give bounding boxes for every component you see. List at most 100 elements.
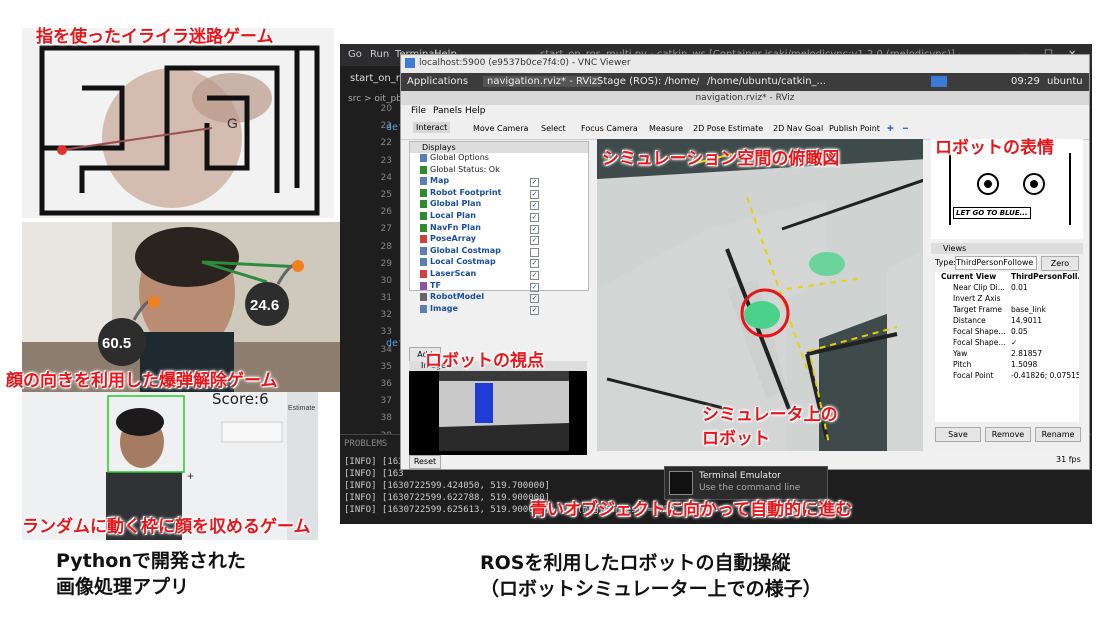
display-checkbox[interactable]: ✓ — [530, 294, 539, 304]
tool-interact[interactable]: Interact — [413, 122, 451, 133]
keyboard-icon[interactable] — [931, 76, 947, 87]
rviz-menubar: File Panels Help — [401, 105, 1089, 119]
view-property-row[interactable]: Distance 14.9011 — [935, 316, 1079, 327]
vnc-logo-icon — [405, 58, 415, 68]
tool-focus-camera[interactable]: Focus Camera — [581, 124, 638, 133]
display-type-icon — [420, 188, 427, 197]
display-type-icon — [420, 258, 427, 267]
tool-2d-pose-estimate[interactable]: 2D Pose Estimate — [693, 124, 763, 133]
display-item[interactable]: Global Plan ✓ — [410, 199, 588, 211]
display-type-icon — [420, 246, 427, 255]
terminal-title: Terminal Emulator — [699, 471, 781, 481]
display-type-icon — [420, 154, 427, 162]
view-property-row[interactable]: Target Frame base_link — [935, 305, 1079, 316]
view-property-row[interactable]: Focal Shape... ✓ — [935, 338, 1079, 349]
menu-help[interactable]: Help — [465, 106, 486, 116]
view-property-row[interactable]: Yaw 2.81857 — [935, 349, 1079, 360]
display-checkbox[interactable]: ✓ — [530, 201, 539, 211]
view-property-row[interactable]: Current View ThirdPersonFoll... — [935, 272, 1079, 283]
fps-counter: 31 fps — [1056, 455, 1081, 464]
display-type-icon — [420, 293, 427, 302]
right-caption: ROSを利用したロボットの自動操縦 （ロボットシミュレーター上での様子） — [480, 550, 822, 602]
display-checkbox[interactable]: ✓ — [530, 189, 539, 199]
minus-icon[interactable]: ━ — [903, 124, 908, 133]
display-item[interactable]: TF ✓ — [410, 281, 588, 293]
display-item[interactable]: Local Costmap ✓ — [410, 257, 588, 269]
applications-menu[interactable]: Applications — [407, 76, 468, 87]
bomb2-timer: 60.5 — [102, 335, 131, 352]
line-number: 20 — [380, 104, 392, 114]
menu-file[interactable]: File — [411, 106, 426, 116]
view-property-row[interactable]: Invert Z Axis — [935, 294, 1079, 305]
display-item[interactable]: Map ✓ — [410, 176, 588, 188]
display-item[interactable]: LaserScan ✓ — [410, 269, 588, 281]
rename-button[interactable]: Rename — [1035, 427, 1081, 442]
tool-publish-point[interactable]: Publish Point — [829, 124, 880, 133]
zero-button[interactable]: Zero — [1041, 256, 1079, 271]
display-item-label: Local Costmap — [430, 257, 496, 267]
view-property-value: 0.01 — [1011, 283, 1028, 292]
view-property-row[interactable]: Near Clip Di... 0.01 — [935, 283, 1079, 294]
display-checkbox[interactable]: ✓ — [530, 224, 539, 234]
display-checkbox[interactable]: ✓ — [530, 305, 539, 315]
view-type-select[interactable]: ThirdPersonFollowe ▾ — [955, 256, 1037, 270]
display-item[interactable]: Robot Footprint ✓ — [410, 188, 588, 200]
goal-marker: G — [227, 115, 238, 131]
left-caption: Pythonで開発された 画像処理アプリ — [56, 548, 246, 600]
display-item[interactable]: Image ✓ — [410, 304, 588, 316]
display-type-icon — [420, 200, 427, 209]
face-game-label: ランダムに動く枠に顔を収めるゲーム — [22, 517, 311, 537]
display-checkbox[interactable]: ✓ — [530, 282, 539, 292]
view-property-key: Current View — [941, 272, 997, 281]
display-item[interactable]: PoseArray ✓ — [410, 234, 588, 246]
display-checkbox[interactable]: ✓ — [530, 178, 539, 188]
display-item[interactable]: RobotModel ✓ — [410, 292, 588, 304]
menu-panels[interactable]: Panels — [433, 106, 462, 116]
remove-button[interactable]: Remove — [985, 427, 1031, 442]
display-checkbox[interactable]: ✓ — [530, 236, 539, 246]
blue-object — [475, 383, 493, 423]
plus-icon[interactable]: ✚ — [887, 124, 894, 133]
tool-move-camera[interactable]: Move Camera — [473, 124, 528, 133]
display-checkbox[interactable]: ✓ — [530, 259, 539, 269]
line-number: 27 — [380, 224, 392, 235]
line-number: 25 — [380, 189, 392, 200]
tool-measure[interactable]: Measure — [649, 124, 683, 133]
face-screen: LET GO TO BLUE... — [949, 153, 1071, 225]
tool-select[interactable]: Select — [541, 124, 566, 133]
view-property-row[interactable]: Pitch 1.5098 — [935, 360, 1079, 371]
view-property-row[interactable]: Focal Point -0.41826; 0.07515... — [935, 371, 1079, 382]
tool-2d-nav-goal[interactable]: 2D Nav Goal — [773, 124, 823, 133]
display-checkbox[interactable] — [530, 247, 539, 257]
taskbar-folder[interactable]: /home/ubuntu/catkin_... — [707, 76, 827, 87]
save-button[interactable]: Save — [935, 427, 981, 442]
left-caption-line1: Pythonで開発された — [56, 550, 246, 572]
reset-button[interactable]: Reset — [409, 455, 441, 469]
view-property-row[interactable]: Focal Shape... 0.05 — [935, 327, 1079, 338]
line-number: 37 — [380, 396, 392, 407]
display-item[interactable]: Global Costmap — [410, 246, 588, 258]
view-property-key: Invert Z Axis — [953, 294, 1001, 303]
taskbar-stage[interactable]: Stage (ROS): /home/u... — [597, 76, 699, 87]
right-caption-line2: （ロボットシミュレーター上での様子） — [480, 578, 822, 600]
user-name[interactable]: ubuntu — [1047, 76, 1083, 87]
display-type-icon — [420, 177, 427, 186]
display-item-label: Robot Footprint — [430, 187, 502, 197]
view-property-key: Target Frame — [953, 305, 1002, 314]
right-eye — [1023, 173, 1045, 195]
display-type-icon — [420, 235, 427, 244]
display-checkbox[interactable]: ✓ — [530, 212, 539, 222]
view-property-key: Focal Shape... — [953, 338, 1006, 347]
display-item[interactable]: Local Plan ✓ — [410, 211, 588, 223]
display-item[interactable]: Global Status: Ok — [410, 165, 588, 177]
view-property-value: ThirdPersonFoll... — [1011, 272, 1079, 281]
display-item[interactable]: Global Options — [410, 153, 588, 165]
display-item-label: Image — [430, 303, 458, 313]
display-checkbox[interactable]: ✓ — [530, 270, 539, 280]
menu-go[interactable]: Go — [348, 49, 362, 60]
display-type-icon — [420, 211, 427, 220]
taskbar-rviz[interactable]: navigation.rviz* - RViz — [483, 76, 602, 87]
menu-run[interactable]: Run — [370, 49, 389, 60]
display-item[interactable]: NavFn Plan ✓ — [410, 223, 588, 235]
bomb1-timer: 24.6 — [250, 297, 279, 314]
